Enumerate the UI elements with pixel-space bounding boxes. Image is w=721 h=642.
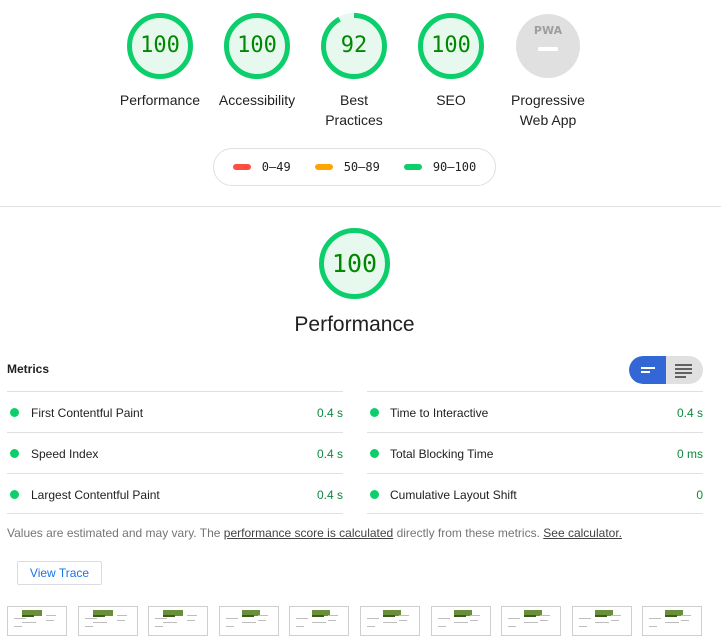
gauge-pwa[interactable]: PWA Progressive Web App — [498, 12, 598, 130]
metrics-note: Values are estimated and may vary. The p… — [7, 526, 622, 540]
see-calculator-link[interactable]: See calculator. — [543, 526, 622, 540]
legend-item-average: 50–89 — [314, 160, 380, 174]
metric-name: First Contentful Paint — [31, 406, 144, 420]
pass-dot-icon — [370, 449, 379, 458]
filmstrip-frame — [571, 606, 632, 636]
metric-first-contentful-paint: First Contentful Paint 0.4 s — [7, 391, 343, 432]
gauge-label: Progressive Web App — [511, 92, 585, 128]
metric-largest-contentful-paint: Largest Contentful Paint 0.4 s — [7, 473, 343, 514]
gauge-score: 100 — [237, 33, 277, 58]
performance-title: Performance — [294, 313, 415, 336]
metric-total-blocking-time: Total Blocking Time 0 ms — [367, 432, 703, 473]
metrics-title: Metrics — [7, 362, 50, 376]
metrics-column-right: Time to Interactive 0.4 s Total Blocking … — [367, 391, 703, 514]
metric-value: 0.4 s — [316, 488, 343, 502]
filmstrip-frame — [148, 606, 209, 636]
compact-view-button[interactable] — [629, 356, 666, 384]
pass-dot-icon — [370, 408, 379, 417]
gauge-seo[interactable]: 100 SEO — [401, 12, 501, 110]
legend-item-pass: 90–100 — [403, 160, 477, 174]
gauge-best-practices[interactable]: 92 Best Practices — [304, 12, 404, 130]
filmstrip-frame — [218, 606, 279, 636]
gauge-score: 100 — [431, 33, 471, 58]
legend-label: 0–49 — [261, 160, 291, 174]
metrics-column-left: First Contentful Paint 0.4 s Speed Index 0… — [7, 391, 343, 514]
pass-dot-icon — [370, 490, 379, 499]
gauge-ring: 92 — [320, 12, 388, 80]
note-prefix: Values are estimated and may vary. The — [7, 526, 221, 540]
filmstrip-frame — [501, 606, 562, 636]
gauge-label: Best Practices — [325, 92, 383, 128]
metric-value: 0.4 s — [316, 406, 343, 420]
metric-name: Total Blocking Time — [390, 447, 494, 461]
gauge-score: 92 — [340, 33, 368, 58]
filmstrip-frame — [7, 606, 67, 636]
pass-dot-icon — [10, 449, 19, 458]
metric-name: Time to Interactive — [390, 406, 489, 420]
filmstrip-frame — [360, 606, 420, 636]
gauge-label: Performance — [119, 92, 201, 108]
metric-name: Speed Index — [31, 447, 99, 461]
score-legend: 0–49 50–89 90–100 — [213, 148, 496, 186]
gauge-label: SEO — [436, 92, 466, 108]
note-middle: directly from these metrics. — [396, 526, 540, 540]
pwa-dash-icon — [538, 47, 558, 51]
metric-speed-index: Speed Index 0.4 s — [7, 432, 343, 473]
filmstrip-frame — [430, 606, 491, 636]
filmstrip-frame — [642, 606, 703, 636]
view-trace-button[interactable]: View Trace — [17, 561, 102, 585]
legend-label: 50–89 — [343, 160, 380, 174]
gauge-label: Accessibility — [218, 92, 296, 108]
pwa-badge-text: PWA — [533, 24, 563, 37]
pass-dot-icon — [10, 490, 19, 499]
gauge-accessibility[interactable]: 100 Accessibility — [207, 12, 307, 110]
metric-cumulative-layout-shift: Cumulative Layout Shift 0 — [367, 473, 703, 514]
expanded-view-button[interactable] — [666, 356, 703, 384]
gauge-ring: 100 — [126, 12, 194, 80]
pwa-badge-icon: PWA — [516, 14, 580, 78]
metric-value: 0.4 s — [676, 406, 703, 420]
performance-score: 100 — [331, 249, 378, 278]
gauge-score: 100 — [140, 33, 180, 58]
category-gauges: 100 Performance 100 Accessibility 92 Bes… — [0, 12, 721, 142]
filmstrip-frame — [77, 606, 138, 636]
performance-gauge: 100 — [318, 227, 391, 300]
score-calculated-link[interactable]: performance score is calculated — [224, 526, 393, 540]
metric-name: Largest Contentful Paint — [31, 488, 160, 502]
section-divider — [0, 206, 721, 207]
compact-view-icon — [641, 367, 655, 373]
metric-value: 0 — [696, 488, 703, 502]
metric-name: Cumulative Layout Shift — [390, 488, 517, 502]
legend-swatch-orange — [314, 164, 333, 170]
metric-value: 0 ms — [676, 447, 703, 461]
pass-dot-icon — [10, 408, 19, 417]
metrics-view-toggle[interactable] — [629, 356, 703, 384]
gauge-ring: 100 — [223, 12, 291, 80]
legend-swatch-red — [232, 164, 251, 170]
filmstrip — [7, 606, 707, 636]
legend-item-fail: 0–49 — [232, 160, 291, 174]
legend-label: 90–100 — [432, 160, 477, 174]
metric-value: 0.4 s — [316, 447, 343, 461]
filmstrip-frame — [289, 606, 350, 636]
legend-swatch-green — [403, 164, 422, 170]
gauge-ring: 100 — [417, 12, 485, 80]
gauge-performance[interactable]: 100 Performance — [110, 12, 210, 110]
metric-time-to-interactive: Time to Interactive 0.4 s — [367, 391, 703, 432]
expanded-view-icon — [675, 364, 692, 378]
